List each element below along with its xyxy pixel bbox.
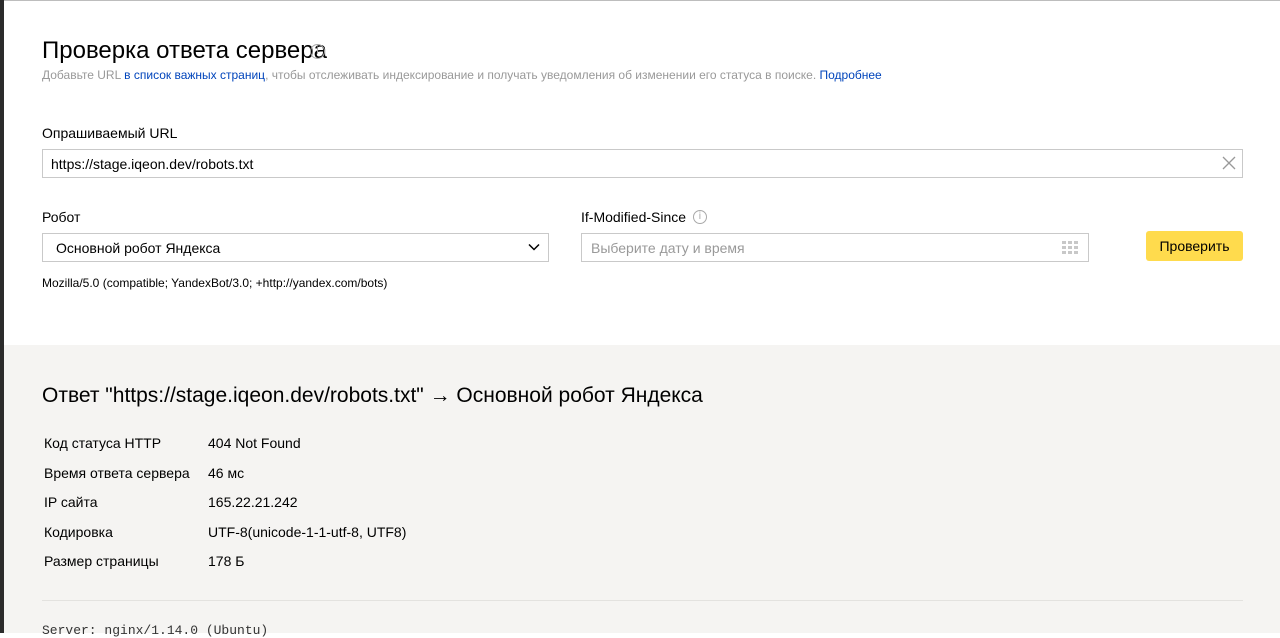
result-row-key: Размер страницы <box>44 553 159 569</box>
result-row-value: 46 мс <box>208 465 245 481</box>
url-input[interactable]: https://stage.iqeon.dev/robots.txt <box>42 149 1243 178</box>
result-row-key: IP сайта <box>44 494 98 510</box>
result-row-value: 165.22.21.242 <box>208 494 298 510</box>
result-row-key: Время ответа сервера <box>44 465 190 481</box>
if-modified-since-text: If-Modified-Since <box>581 209 687 225</box>
window-top-border <box>4 0 1280 1</box>
result-panel: Ответ "https://stage.iqeon.dev/robots.tx… <box>4 345 1280 638</box>
result-row-key: Код статуса HTTP <box>44 435 162 451</box>
subtitle-text: Добавьте URL <box>42 68 125 82</box>
result-row-value: 404 Not Found <box>208 435 301 451</box>
check-button[interactable]: Проверить <box>1146 231 1243 261</box>
clear-icon[interactable] <box>1222 156 1236 170</box>
result-row-key: Кодировка <box>44 524 113 540</box>
result-row-value: UTF-8(unicode-1-1-utf-8, UTF8) <box>208 524 407 540</box>
robot-label: Робот <box>42 209 81 225</box>
calendar-icon[interactable] <box>1062 241 1078 254</box>
date-time-input[interactable]: Выберите дату и время <box>581 233 1089 262</box>
date-time-placeholder: Выберите дату и время <box>591 240 745 256</box>
robot-select-value: Основной робот Яндекса <box>56 240 221 256</box>
robot-select[interactable]: Основной робот Яндекса <box>42 233 549 262</box>
page-subtitle: Добавьте URL в список важных страниц, чт… <box>42 68 882 82</box>
if-modified-since-label: If-Modified-Since i <box>581 209 707 225</box>
chevron-down-icon <box>528 243 540 251</box>
info-icon[interactable]: i <box>310 44 325 59</box>
page-title: Проверка ответа сервера <box>42 37 327 64</box>
more-info-link[interactable]: Подробнее <box>819 68 881 82</box>
result-row-value: 178 Б <box>208 553 245 569</box>
url-label: Опрашиваемый URL <box>42 125 178 141</box>
result-divider <box>42 600 1243 601</box>
raw-response-headers: Server: nginx/1.14.0 (Ubuntu) <box>42 623 269 638</box>
result-title: Ответ "https://stage.iqeon.dev/robots.tx… <box>42 384 703 407</box>
user-agent-string: Mozilla/5.0 (compatible; YandexBot/3.0; … <box>42 276 388 290</box>
important-pages-link[interactable]: в список важных страниц <box>124 68 265 82</box>
url-input-value[interactable]: https://stage.iqeon.dev/robots.txt <box>51 156 253 172</box>
info-icon[interactable]: i <box>692 209 707 224</box>
subtitle-text-2: , чтобы отслеживать индексирование и пол… <box>265 68 820 82</box>
